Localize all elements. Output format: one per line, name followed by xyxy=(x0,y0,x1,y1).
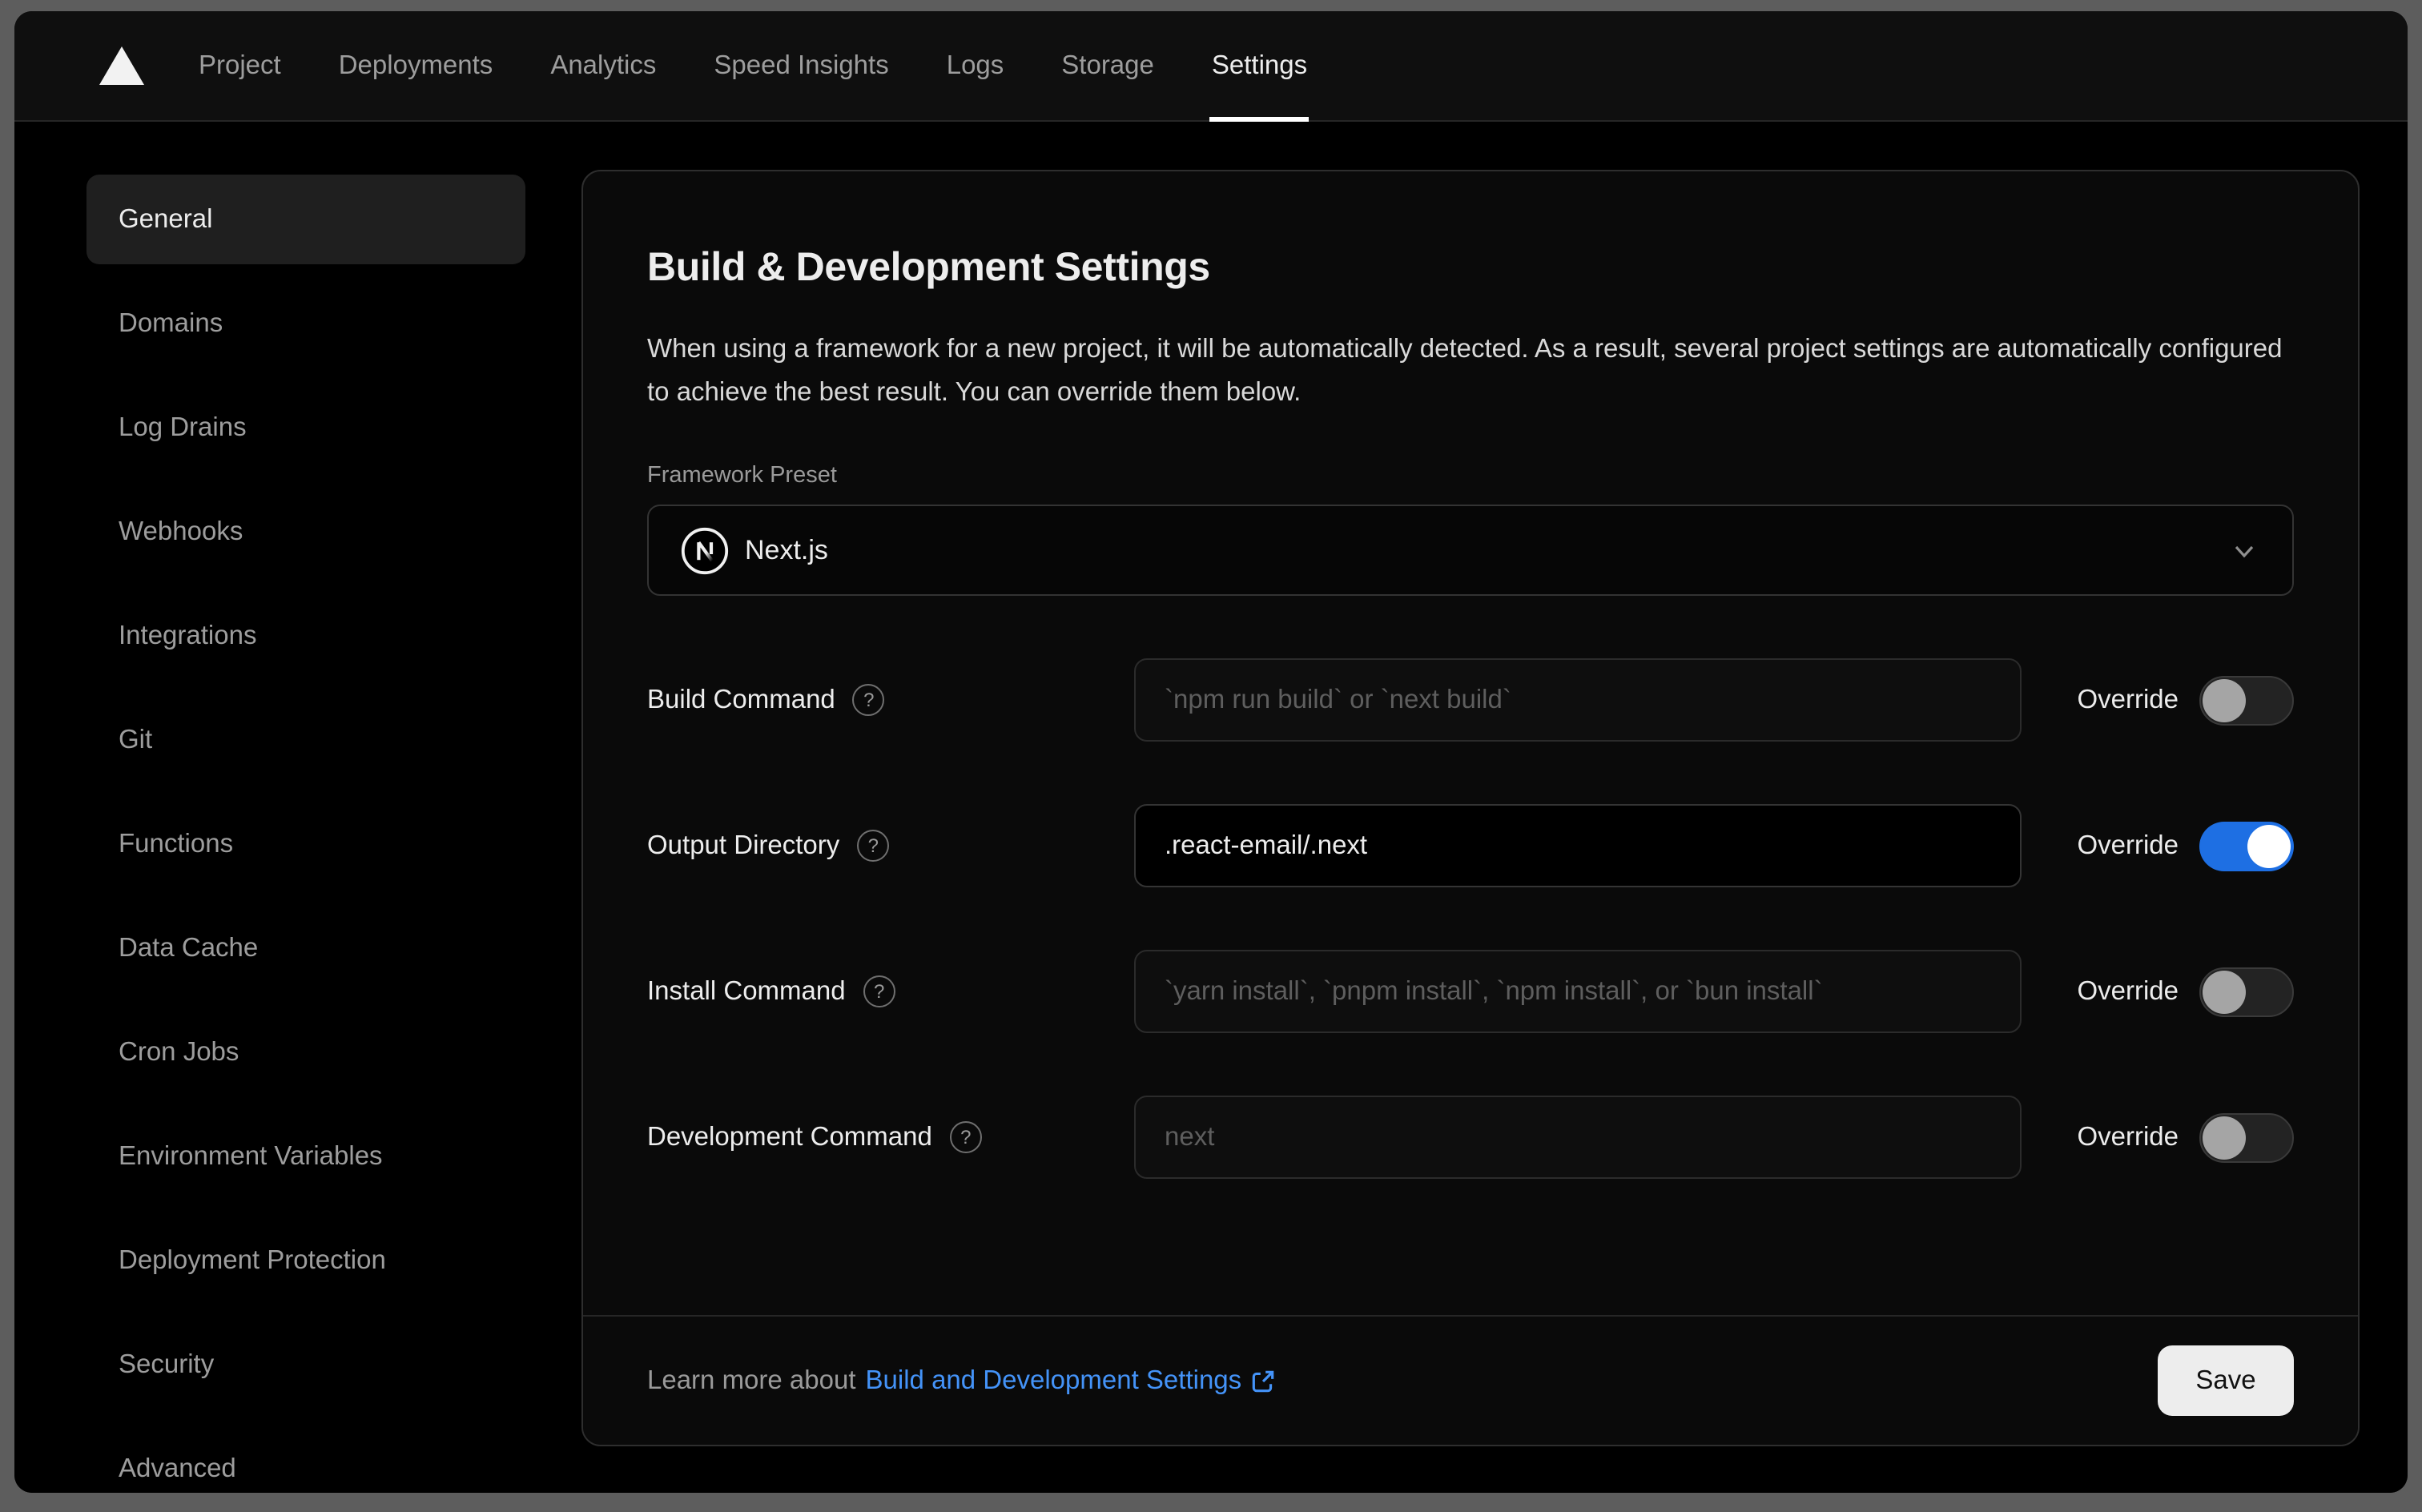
toggle-knob xyxy=(2203,678,2246,722)
framework-preset-label: Framework Preset xyxy=(647,463,837,489)
vercel-logo[interactable] xyxy=(99,11,144,120)
nav-tab-storage[interactable]: Storage xyxy=(1032,11,1183,120)
nav-tab-project[interactable]: Project xyxy=(170,11,310,120)
learn-more-prefix: Learn more about xyxy=(647,1365,856,1394)
nav-tab-settings[interactable]: Settings xyxy=(1183,11,1336,122)
install-command-input[interactable] xyxy=(1134,950,2022,1034)
nav-tab-logs[interactable]: Logs xyxy=(918,11,1033,120)
override-label: Override xyxy=(2077,976,2179,1006)
sidebar-item-security[interactable]: Security xyxy=(86,1320,525,1409)
override-label: Override xyxy=(2077,830,2179,860)
nextjs-logo-icon xyxy=(681,527,729,574)
vercel-triangle-icon xyxy=(99,46,144,85)
build-dev-settings-link[interactable]: Build and Development Settings xyxy=(866,1365,1277,1396)
sidebar-item-environment-variables[interactable]: Environment Variables xyxy=(86,1112,525,1201)
sidebar-item-webhooks[interactable]: Webhooks xyxy=(86,487,525,577)
settings-page: General Domains Log Drains Webhooks Inte… xyxy=(14,122,2408,1493)
project-top-nav: Project Deployments Analytics Speed Insi… xyxy=(14,11,2408,122)
link-label: Build and Development Settings xyxy=(865,1365,1242,1394)
help-icon[interactable]: ? xyxy=(852,684,885,717)
toggle-knob xyxy=(2247,824,2291,868)
build-command-input[interactable] xyxy=(1134,658,2022,742)
sidebar-item-cron-jobs[interactable]: Cron Jobs xyxy=(86,1007,525,1097)
nav-tab-deployments[interactable]: Deployments xyxy=(310,11,522,120)
development-command-override-toggle[interactable] xyxy=(2199,1112,2294,1163)
framework-preset-value: Next.js xyxy=(745,534,828,565)
build-command-label: Build Command xyxy=(647,685,835,714)
build-command-row: Build Command ? Override xyxy=(647,658,2294,742)
save-button[interactable]: Save xyxy=(2158,1345,2294,1416)
output-directory-label: Output Directory xyxy=(647,830,840,860)
output-directory-input[interactable] xyxy=(1134,804,2022,888)
help-icon[interactable]: ? xyxy=(863,975,895,1008)
development-command-input[interactable] xyxy=(1134,1096,2022,1180)
sidebar-item-data-cache[interactable]: Data Cache xyxy=(86,903,525,993)
override-label: Override xyxy=(2077,1122,2179,1152)
sidebar-item-deployment-protection[interactable]: Deployment Protection xyxy=(86,1216,525,1305)
chevron-down-icon xyxy=(2228,535,2260,567)
override-label: Override xyxy=(2077,685,2179,714)
output-directory-row: Output Directory ? Override xyxy=(647,804,2294,888)
sidebar-item-log-drains[interactable]: Log Drains xyxy=(86,383,525,472)
help-icon[interactable]: ? xyxy=(949,1121,982,1154)
browser-window: Project Deployments Analytics Speed Insi… xyxy=(14,11,2408,1493)
sidebar-item-advanced[interactable]: Advanced xyxy=(86,1424,525,1493)
command-rows: Build Command ? Override xyxy=(647,658,2294,1180)
card-description: When using a framework for a new project… xyxy=(647,335,2283,407)
help-icon[interactable]: ? xyxy=(857,830,890,863)
development-command-row: Development Command ? Override xyxy=(647,1096,2294,1180)
settings-main: Build & Development Settings When using … xyxy=(567,122,2408,1493)
build-dev-settings-card: Build & Development Settings When using … xyxy=(581,170,2360,1446)
sidebar-item-general[interactable]: General xyxy=(86,175,525,264)
build-command-override-toggle[interactable] xyxy=(2199,675,2294,726)
learn-more-text: Learn more about Build and Development S… xyxy=(647,1365,1277,1396)
output-directory-override-toggle[interactable] xyxy=(2199,821,2294,871)
sidebar-item-domains[interactable]: Domains xyxy=(86,279,525,368)
install-command-override-toggle[interactable] xyxy=(2199,967,2294,1017)
settings-sidebar: General Domains Log Drains Webhooks Inte… xyxy=(14,122,567,1493)
external-link-icon xyxy=(1252,1369,1274,1392)
sidebar-item-functions[interactable]: Functions xyxy=(86,799,525,889)
toggle-knob xyxy=(2203,970,2246,1014)
install-command-row: Install Command ? Override xyxy=(647,950,2294,1034)
nav-tab-speed-insights[interactable]: Speed Insights xyxy=(685,11,917,120)
page-title: Build & Development Settings xyxy=(647,245,1210,290)
card-body: Build & Development Settings When using … xyxy=(583,171,2358,1315)
development-command-label: Development Command xyxy=(647,1122,932,1152)
sidebar-item-git[interactable]: Git xyxy=(86,695,525,785)
sidebar-item-integrations[interactable]: Integrations xyxy=(86,591,525,681)
install-command-label: Install Command xyxy=(647,976,846,1006)
framework-preset-select[interactable]: Next.js xyxy=(647,505,2294,597)
nav-tab-analytics[interactable]: Analytics xyxy=(521,11,685,120)
screen: Project Deployments Analytics Speed Insi… xyxy=(0,0,2422,1512)
card-footer: Learn more about Build and Development S… xyxy=(583,1315,2358,1445)
toggle-knob xyxy=(2203,1116,2246,1160)
